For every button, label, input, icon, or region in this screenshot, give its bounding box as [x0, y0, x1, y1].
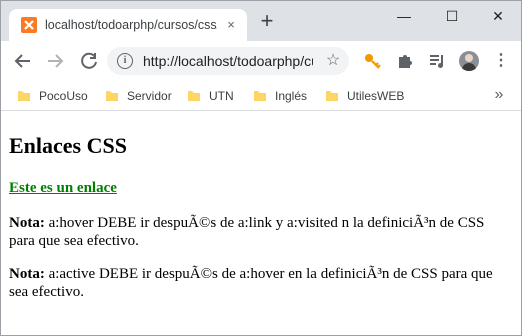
- folder-icon: [326, 91, 338, 101]
- reload-icon[interactable]: [77, 49, 101, 73]
- bookmark-label: UtilesWEB: [347, 89, 405, 103]
- address-bar[interactable]: i http://localhost/todoarphp/cursos/css/…: [107, 47, 349, 75]
- note-text: a:active DEBE ir despuÃ©s de a:hover en …: [9, 266, 493, 300]
- info-icon[interactable]: i: [117, 53, 133, 69]
- bookmark-label: UTN: [209, 89, 234, 103]
- bookmarks-bar: PocoUso Servidor UTN Inglés UtilesWEB »: [1, 81, 521, 111]
- star-icon[interactable]: ☆: [323, 51, 343, 71]
- avatar-head: [465, 54, 473, 62]
- note-text: a:hover DEBE ir despuÃ©s de a:link y a:v…: [9, 215, 485, 249]
- tab-active[interactable]: localhost/todoarphp/cursos/css/enlaces ×: [9, 9, 247, 41]
- maximize-button[interactable]: ☐: [429, 1, 475, 31]
- browser-window: localhost/todoarphp/cursos/css/enlaces ×…: [0, 0, 522, 336]
- note-paragraph: Nota: a:hover DEBE ir despuÃ©s de a:link…: [9, 214, 509, 250]
- folder-icon: [188, 91, 200, 101]
- tab-close-icon[interactable]: ×: [223, 17, 239, 33]
- media-icon[interactable]: [427, 51, 447, 71]
- bookmark-label: PocoUso: [39, 89, 88, 103]
- avatar-body: [462, 63, 476, 71]
- tab-title: localhost/todoarphp/cursos/css/enlaces: [45, 18, 217, 32]
- menu-icon[interactable]: ⋮: [491, 51, 511, 71]
- puzzle-icon[interactable]: [395, 51, 415, 71]
- new-tab-button[interactable]: +: [257, 10, 277, 32]
- bookmark-label: Inglés: [275, 89, 308, 103]
- folder-icon: [254, 91, 266, 101]
- avatar[interactable]: [459, 51, 479, 71]
- folder-icon: [18, 91, 30, 101]
- toolbar: i http://localhost/todoarphp/cursos/css/…: [1, 41, 521, 81]
- note-paragraph: Nota: a:active DEBE ir despuÃ©s de a:hov…: [9, 265, 509, 301]
- tab-strip: localhost/todoarphp/cursos/css/enlaces ×…: [1, 1, 521, 41]
- back-icon[interactable]: [11, 49, 35, 73]
- close-window-button[interactable]: ✕: [475, 1, 521, 31]
- url-text[interactable]: http://localhost/todoarphp/cursos/css/en…: [143, 53, 313, 69]
- bookmarks-more-icon[interactable]: »: [489, 85, 509, 105]
- page-title: Enlaces CSS: [9, 133, 127, 158]
- forward-icon[interactable]: [43, 49, 67, 73]
- page-content: Enlaces CSS Este es un enlace Nota: a:ho…: [1, 112, 521, 335]
- key-icon[interactable]: [363, 51, 383, 71]
- note-label: Nota:: [9, 266, 45, 282]
- folder-icon: [106, 91, 118, 101]
- sample-link[interactable]: Este es un enlace: [9, 179, 117, 197]
- minimize-button[interactable]: —: [381, 1, 427, 31]
- bookmark-label: Servidor: [127, 89, 172, 103]
- note-label: Nota:: [9, 215, 45, 231]
- xampp-favicon-icon: [21, 17, 37, 33]
